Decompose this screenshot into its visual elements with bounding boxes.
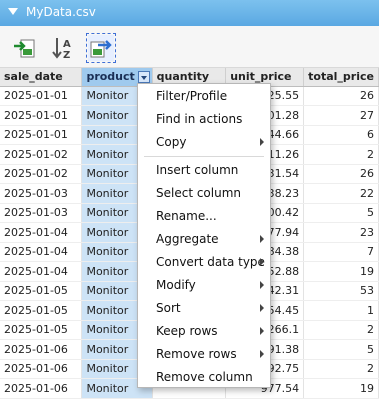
- menu-item-label: Select column: [156, 186, 242, 200]
- menu-item-label: Modify: [156, 278, 196, 292]
- table-cell[interactable]: 2: [303, 144, 379, 165]
- submenu-arrow-icon: [260, 235, 264, 243]
- table-cell[interactable]: 27: [303, 105, 379, 126]
- menu-item-label: Sort: [156, 301, 181, 315]
- menu-item-label: Convert data type: [156, 255, 265, 269]
- menu-separator: [144, 156, 264, 157]
- menu-item-remove-rows[interactable]: Remove rows: [138, 343, 270, 365]
- table-cell[interactable]: 53: [303, 281, 379, 301]
- menu-item-select-column[interactable]: Select column: [138, 182, 270, 204]
- table-cell[interactable]: 2025-01-03: [0, 203, 83, 223]
- menu-item-keep-rows[interactable]: Keep rows: [138, 320, 270, 342]
- menu-item-label: Keep rows: [156, 324, 218, 338]
- svg-text:Z: Z: [63, 50, 70, 61]
- menu-item-label: Remove rows: [156, 347, 237, 361]
- table-cell[interactable]: 19: [303, 261, 379, 282]
- menu-item-label: Remove column: [156, 370, 253, 384]
- table-cell[interactable]: 19: [303, 378, 379, 399]
- toolbar: A Z: [0, 26, 379, 68]
- window-titlebar: MyData.csv: [0, 0, 379, 26]
- collapse-triangle-icon[interactable]: [8, 8, 18, 15]
- menu-item-modify[interactable]: Modify: [138, 274, 270, 296]
- table-cell[interactable]: 22: [303, 183, 379, 204]
- sort-az-icon[interactable]: A Z: [50, 35, 76, 61]
- submenu-arrow-icon: [260, 304, 264, 312]
- table-cell[interactable]: 26: [303, 86, 379, 106]
- table-cell[interactable]: 23: [303, 222, 379, 243]
- submenu-arrow-icon: [260, 327, 264, 335]
- table-cell[interactable]: 2025-01-05: [0, 320, 83, 340]
- menu-item-filter-profile[interactable]: Filter/Profile: [138, 85, 270, 107]
- table-cell[interactable]: 5: [303, 203, 379, 223]
- table-cell[interactable]: 2025-01-01: [0, 125, 83, 145]
- table-cell[interactable]: 2025-01-05: [0, 300, 83, 321]
- table-cell[interactable]: 2025-01-02: [0, 164, 83, 184]
- menu-item-label: Aggregate: [156, 232, 219, 246]
- submenu-arrow-icon: [260, 281, 264, 289]
- submenu-arrow-icon: [260, 258, 264, 266]
- export-icon[interactable]: [86, 33, 116, 63]
- table-cell[interactable]: 2025-01-05: [0, 281, 83, 301]
- menu-item-insert-column[interactable]: Insert column: [138, 159, 270, 181]
- table-cell[interactable]: 2025-01-03: [0, 183, 83, 204]
- table-cell[interactable]: 5: [303, 339, 379, 360]
- table-cell[interactable]: 2025-01-06: [0, 378, 83, 399]
- table-cell[interactable]: 7: [303, 242, 379, 262]
- menu-item-remove-column[interactable]: Remove column: [138, 366, 270, 388]
- import-icon[interactable]: [12, 35, 38, 61]
- table-cell[interactable]: 2025-01-04: [0, 261, 83, 282]
- window-title: MyData.csv: [26, 5, 96, 19]
- table-cell[interactable]: 26: [303, 164, 379, 184]
- menu-item-label: Copy: [156, 135, 187, 149]
- table-cell[interactable]: 2025-01-06: [0, 359, 83, 379]
- menu-item-label: Filter/Profile: [156, 89, 228, 103]
- submenu-arrow-icon: [260, 350, 264, 358]
- table-cell[interactable]: 2025-01-04: [0, 242, 83, 262]
- table-cell[interactable]: 2: [303, 320, 379, 340]
- svg-text:A: A: [63, 39, 71, 50]
- menu-item-find-in-actions[interactable]: Find in actions: [138, 108, 270, 130]
- table-cell[interactable]: 2: [303, 359, 379, 379]
- column-dropdown-icon[interactable]: [137, 71, 150, 83]
- menu-item-rename[interactable]: Rename...: [138, 205, 270, 227]
- menu-item-label: Find in actions: [156, 112, 243, 126]
- column-header-sale-date[interactable]: sale_date: [0, 68, 83, 87]
- menu-item-copy[interactable]: Copy: [138, 131, 270, 153]
- menu-item-convert-data-type[interactable]: Convert data type: [138, 251, 270, 273]
- table-cell[interactable]: 2025-01-01: [0, 105, 83, 126]
- table-cell[interactable]: 6: [303, 125, 379, 145]
- menu-item-sort[interactable]: Sort: [138, 297, 270, 319]
- column-context-menu: Filter/Profile Find in actions Copy Insert …: [137, 83, 271, 388]
- table-cell[interactable]: 1: [303, 300, 379, 321]
- menu-item-aggregate[interactable]: Aggregate: [138, 228, 270, 250]
- table-cell[interactable]: 2025-01-01: [0, 86, 83, 106]
- table-cell[interactable]: 2025-01-04: [0, 222, 83, 243]
- menu-item-label: Insert column: [156, 163, 239, 177]
- table-cell[interactable]: 2025-01-06: [0, 339, 83, 360]
- submenu-arrow-icon: [260, 138, 264, 146]
- table-cell[interactable]: 2025-01-02: [0, 144, 83, 165]
- column-header-total-price[interactable]: total_price: [303, 68, 379, 87]
- menu-item-label: Rename...: [156, 209, 217, 223]
